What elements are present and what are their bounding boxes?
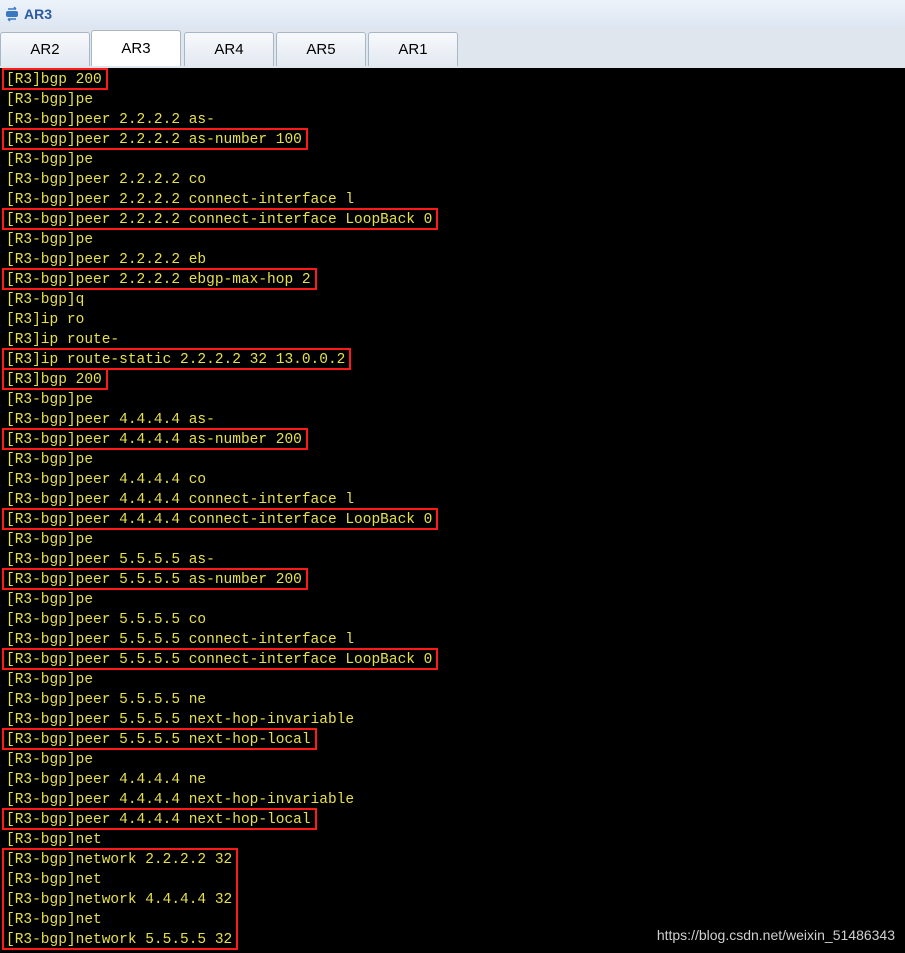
console-line: [R3-bgp]peer 5.5.5.5 next-hop-invariable — [6, 712, 355, 728]
console-line: [R3-bgp]peer 4.4.4.4 ne — [6, 772, 207, 788]
tab-ar5[interactable]: AR5 — [276, 32, 366, 66]
console-line: [R3-bgp]peer 4.4.4.4 co — [6, 472, 207, 488]
console-line: [R3-bgp]pe — [6, 752, 94, 768]
console-line: [R3-bgp]peer 4.4.4.4 connect-interface l — [6, 492, 355, 508]
tab-ar2[interactable]: AR2 — [0, 32, 90, 66]
console-line: [R3]bgp 200 — [6, 372, 102, 388]
watermark: https://blog.csdn.net/weixin_51486343 — [656, 927, 895, 943]
console-line: [R3-bgp]pe — [6, 532, 94, 548]
console-line: [R3-bgp]peer 4.4.4.4 next-hop-invariable — [6, 792, 355, 808]
console-line: [R3-bgp]net — [6, 872, 102, 888]
console-line: [R3-bgp]peer 2.2.2.2 eb — [6, 252, 207, 268]
console-line: [R3-bgp]peer 2.2.2.2 as- — [6, 112, 215, 128]
console-line: [R3-bgp]peer 5.5.5.5 connect-interface L… — [6, 652, 433, 668]
tab-ar4[interactable]: AR4 — [184, 32, 274, 66]
console-line: [R3-bgp]network 4.4.4.4 32 — [6, 892, 233, 908]
console-line: [R3-bgp]pe — [6, 392, 94, 408]
console-line: [R3-bgp]peer 4.4.4.4 connect-interface L… — [6, 512, 433, 528]
console-line: [R3-bgp]pe — [6, 452, 94, 468]
console-line: [R3]bgp 200 — [6, 72, 102, 88]
console-line: [R3]ip ro — [6, 312, 85, 328]
console-line: [R3-bgp]peer 5.5.5.5 connect-interface l — [6, 632, 355, 648]
console-line: [R3-bgp]q — [6, 292, 85, 308]
console-line: [R3-bgp]peer 5.5.5.5 as- — [6, 552, 215, 568]
console-line: [R3]ip route-static 2.2.2.2 32 13.0.0.2 — [6, 352, 346, 368]
console-line: [R3-bgp]network 5.5.5.5 32 — [6, 932, 233, 948]
console-line: [R3-bgp]peer 5.5.5.5 ne — [6, 692, 207, 708]
router-icon — [4, 6, 20, 22]
console-line: [R3-bgp]pe — [6, 592, 94, 608]
console-line: [R3-bgp]network 2.2.2.2 32 — [6, 852, 233, 868]
console-line: [R3-bgp]peer 2.2.2.2 connect-interface l — [6, 192, 355, 208]
console-line: [R3-bgp]peer 4.4.4.4 as- — [6, 412, 215, 428]
console-line: [R3-bgp]peer 2.2.2.2 as-number 100 — [6, 132, 302, 148]
console-line: [R3-bgp]pe — [6, 232, 94, 248]
console-line: [R3-bgp]peer 2.2.2.2 connect-interface L… — [6, 212, 433, 228]
console-line: [R3-bgp]peer 2.2.2.2 co — [6, 172, 207, 188]
console-line: [R3-bgp]net — [6, 832, 102, 848]
console-line: [R3-bgp]peer 5.5.5.5 as-number 200 — [6, 572, 302, 588]
tab-ar3[interactable]: AR3 — [91, 30, 181, 66]
title-bar: AR3 — [0, 0, 905, 28]
console-line: [R3-bgp]peer 4.4.4.4 as-number 200 — [6, 432, 302, 448]
console-line: [R3-bgp]peer 4.4.4.4 next-hop-local — [6, 812, 311, 828]
console-line: [R3-bgp]net — [6, 912, 102, 928]
tab-ar1[interactable]: AR1 — [368, 32, 458, 66]
console-line: [R3]ip route- — [6, 332, 120, 348]
console-line: [R3-bgp]pe — [6, 672, 94, 688]
window-title: AR3 — [24, 6, 53, 22]
console-line: [R3-bgp]peer 5.5.5.5 next-hop-local — [6, 732, 311, 748]
console-line: [R3-bgp]pe — [6, 92, 94, 108]
console-line: [R3-bgp]pe — [6, 152, 94, 168]
console-line: [R3-bgp]peer 5.5.5.5 co — [6, 612, 207, 628]
terminal-output[interactable]: [R3]bgp 200 [R3-bgp]pe [R3-bgp]peer 2.2.2.… — [0, 68, 905, 953]
console-line: [R3-bgp]peer 2.2.2.2 ebgp-max-hop 2 — [6, 272, 311, 288]
tab-bar: AR2 AR3 AR4 AR5 AR1 — [0, 28, 905, 68]
